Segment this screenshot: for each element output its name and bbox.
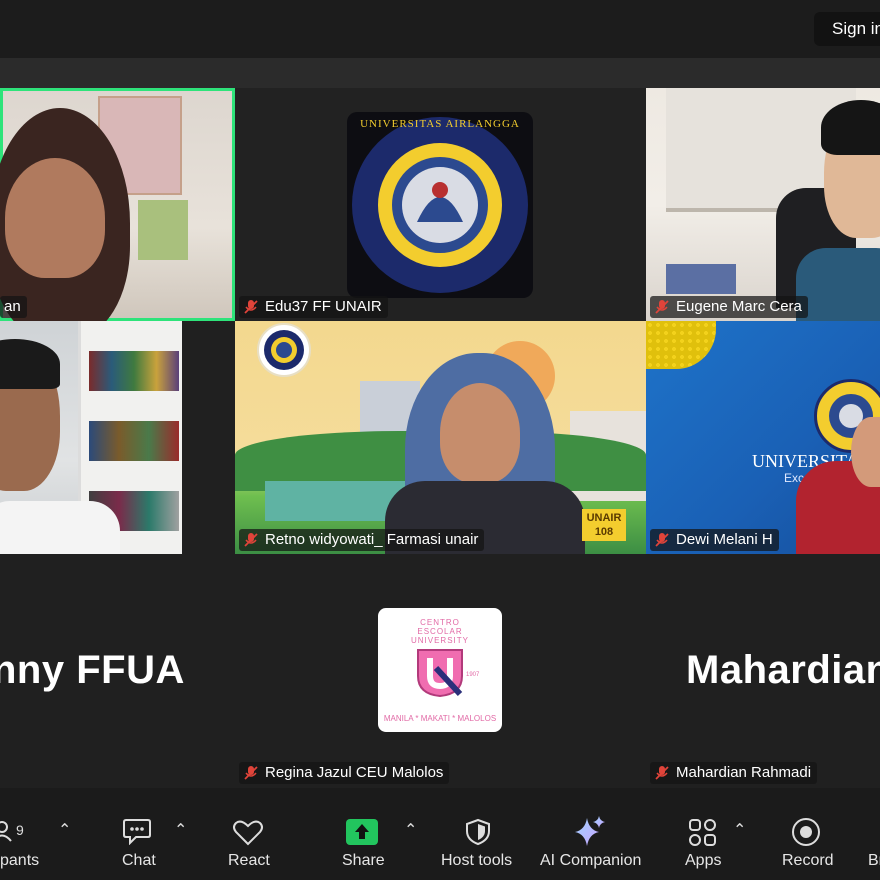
video-tile-active-speaker[interactable]: an: [0, 88, 235, 321]
participant-name-label: Dewi Melani H: [650, 529, 779, 551]
title-bar: Sign in: [0, 0, 880, 58]
video-tile-regina[interactable]: CENTRO ESCOLAR UNIVERSITY 1907 MANILA * …: [235, 554, 646, 787]
apps-button[interactable]: Apps: [682, 788, 726, 880]
apps-options-chevron-icon[interactable]: ⌃: [733, 820, 746, 840]
video-tile-eugene[interactable]: Eugene Marc Cera: [646, 88, 880, 321]
video-tile-camera-off-left[interactable]: nny FFUA: [0, 554, 235, 787]
share-options-chevron-icon[interactable]: ⌃: [404, 820, 417, 840]
ceu-logo-bottom-text: MANILA * MAKATI * MALOLOS: [383, 714, 497, 723]
mic-muted-icon: [654, 532, 670, 548]
mic-muted-icon: [654, 765, 670, 781]
participant-name-label: an: [0, 296, 27, 318]
video-tile-mahardian[interactable]: Mahardian Mahardian Rahmadi: [646, 554, 880, 787]
record-label: Record: [782, 852, 834, 869]
participant-shirt: [796, 248, 880, 321]
ceu-logo-top-text: CENTRO ESCOLAR UNIVERSITY: [410, 618, 469, 645]
video-tile-dewi[interactable]: UNIVERSITAS AI Excellence wi Dewi Melani…: [646, 321, 880, 554]
video-tile-edu37[interactable]: UNIVERSITAS AIRLANGGA Edu37 FF UNAIR: [235, 88, 646, 321]
participant-hair: [0, 339, 60, 389]
participant-avatar-name: Mahardian: [686, 648, 880, 692]
unair-ring-text: UNIVERSITAS AIRLANGGA: [360, 118, 520, 130]
participant-avatar-name: nny FFUA: [0, 648, 185, 692]
participant-face: [440, 383, 520, 483]
record-icon: [792, 818, 820, 846]
participant-name-label: Edu37 FF UNAIR: [239, 296, 388, 318]
mic-muted-icon: [654, 299, 670, 315]
unair-108-badge: UNAIR 108: [582, 509, 626, 541]
participants-count: 9: [16, 822, 24, 838]
more-button[interactable]: Br: [860, 788, 880, 880]
react-button[interactable]: React: [222, 788, 274, 880]
books: [666, 264, 736, 294]
participant-shirt: [0, 501, 120, 554]
video-tile-man-bookshelf[interactable]: [0, 321, 182, 554]
participants-button[interactable]: 9 pants: [0, 788, 50, 880]
top-spacer: [0, 58, 880, 88]
host-tools-button[interactable]: Host tools: [438, 788, 520, 880]
chat-options-chevron-icon[interactable]: ⌃: [174, 820, 187, 840]
more-label: Br: [868, 852, 880, 869]
participant-name-label: Retno widyowati_ Farmasi unair: [239, 529, 485, 551]
participants-icon: [0, 821, 12, 842]
virtual-bg-dots: [646, 321, 716, 369]
apps-label: Apps: [685, 852, 722, 869]
unair-logo: UNIVERSITAS AIRLANGGA: [347, 112, 533, 298]
mic-muted-icon: [243, 765, 259, 781]
share-screen-icon: [346, 819, 378, 845]
book-frame: [138, 200, 188, 260]
react-label: React: [228, 852, 270, 869]
chat-button[interactable]: Chat: [112, 788, 162, 880]
host-tools-label: Host tools: [441, 852, 513, 869]
chat-icon: [123, 819, 151, 845]
ceu-logo-year: 1907: [466, 672, 480, 678]
ai-companion-label: AI Companion: [540, 852, 642, 869]
participants-options-chevron-icon[interactable]: ⌃: [58, 820, 71, 840]
sparkle-icon: [575, 816, 605, 846]
chat-label: Chat: [122, 852, 156, 869]
video-tile-retno[interactable]: UNAIR 108 Retno widyowati_ Farmasi unair: [235, 321, 646, 554]
meeting-toolbar: 9 pants ⌃ Chat ⌃ React Share ⌃ Host tool…: [0, 788, 880, 880]
mic-muted-icon: [243, 532, 259, 548]
participant-name-label: Eugene Marc Cera: [650, 296, 808, 318]
share-button[interactable]: Share: [338, 788, 388, 880]
sign-in-button[interactable]: Sign in: [814, 12, 880, 46]
record-button[interactable]: Record: [778, 788, 836, 880]
participant-name-label: Regina Jazul CEU Malolos: [239, 762, 450, 784]
share-label: Share: [342, 852, 385, 869]
participant-name-label: Mahardian Rahmadi: [650, 762, 818, 784]
ai-companion-button[interactable]: AI Companion: [538, 788, 644, 880]
participant-face: [5, 158, 105, 278]
shield-icon: [466, 818, 490, 846]
participants-label: pants: [0, 852, 40, 869]
unair-small-logo: [257, 323, 311, 377]
apps-icon: [689, 819, 716, 846]
ceu-logo: CENTRO ESCOLAR UNIVERSITY 1907 MANILA * …: [378, 608, 502, 732]
mic-muted-icon: [243, 299, 259, 315]
heart-icon: [233, 820, 263, 846]
